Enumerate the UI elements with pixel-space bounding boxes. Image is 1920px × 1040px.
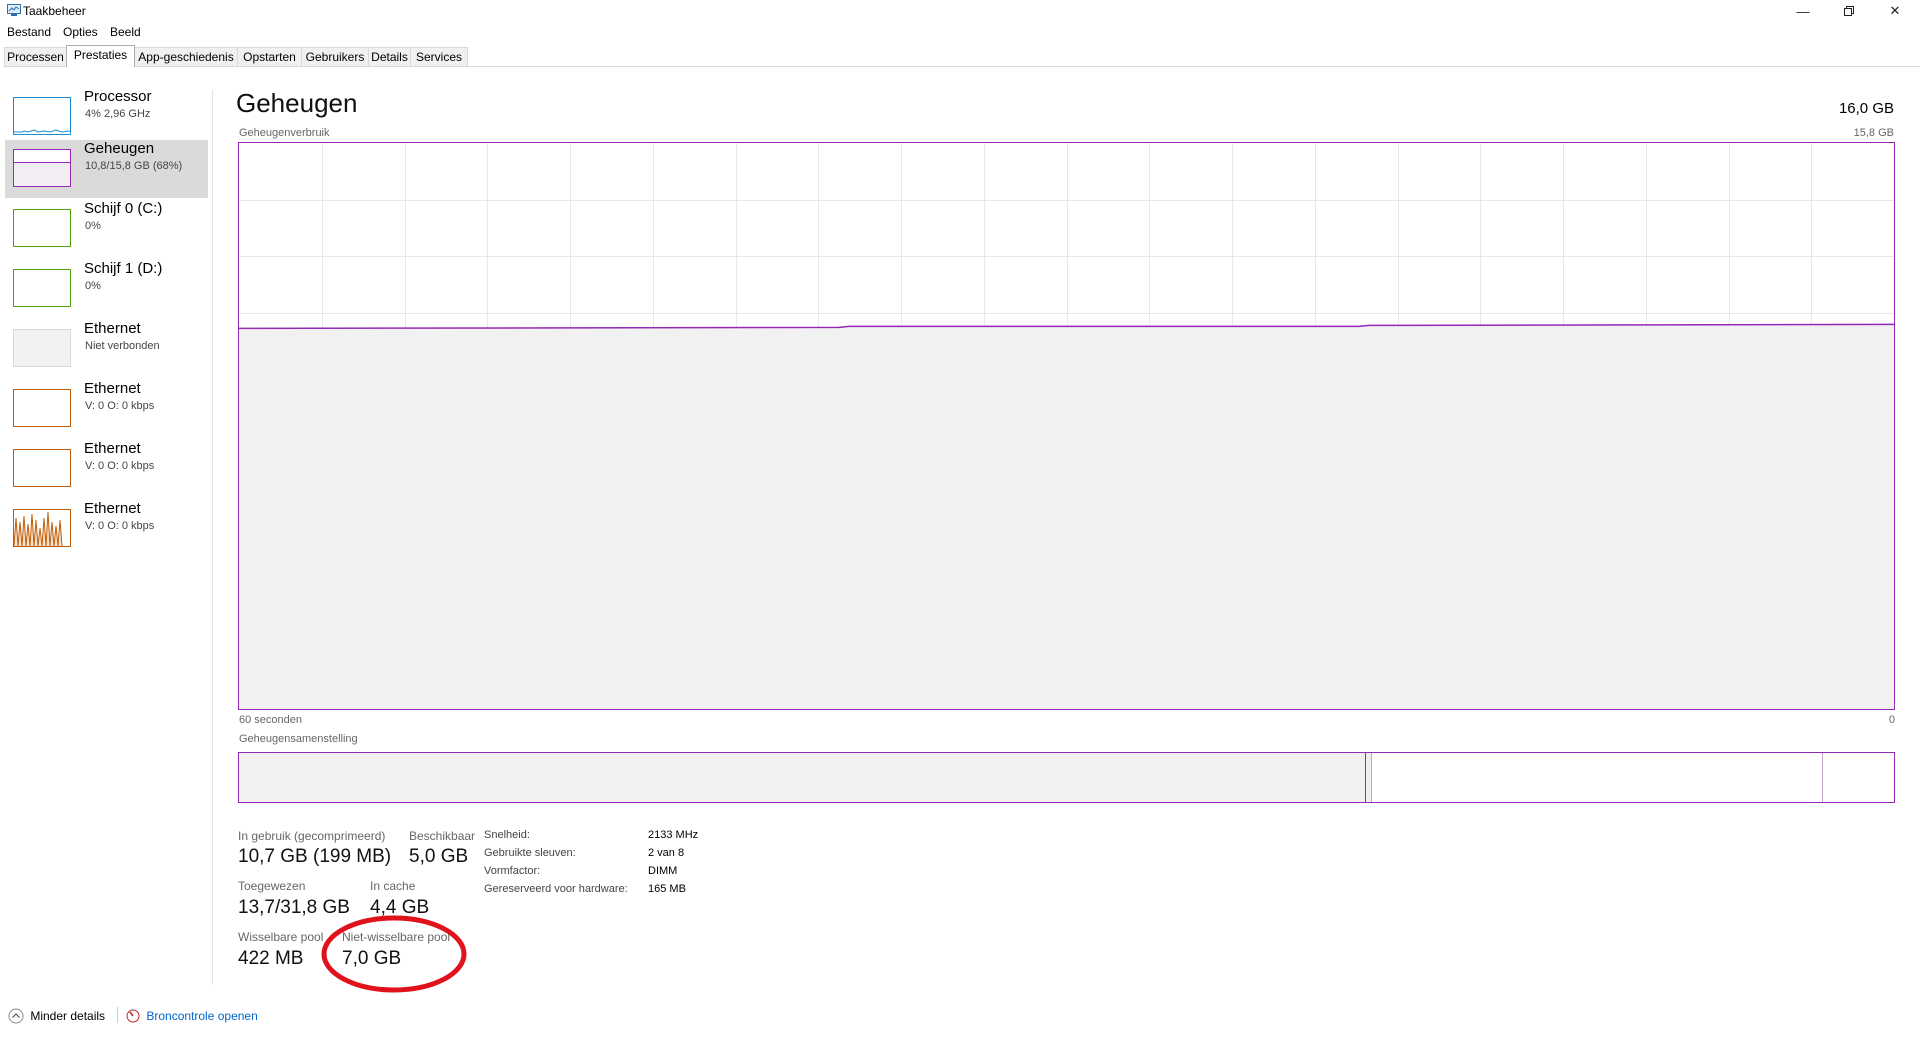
composition-label: Geheugensamenstelling <box>239 733 358 745</box>
graph-max-label: 15,8 GB <box>1853 127 1894 139</box>
paged-pool-label: Wisselbare pool <box>238 930 324 944</box>
spec-label: Gereserveerd voor hardware: <box>484 883 628 895</box>
minimize-icon: — <box>1796 3 1810 19</box>
close-button[interactable]: ✕ <box>1872 0 1918 22</box>
sidebar-item-disk-0[interactable]: Schijf 0 (C:) 0% <box>5 200 208 258</box>
ethernet-1-thumbnail <box>13 329 71 367</box>
sidebar-item-label: Schijf 1 (D:) <box>84 260 163 277</box>
sidebar-item-sub: 0% <box>85 280 101 292</box>
sidebar-item-ethernet-2[interactable]: Ethernet V: 0 O: 0 kbps <box>5 380 208 438</box>
sidebar-item-label: Ethernet <box>84 380 141 397</box>
composition-standby-divider <box>1822 753 1823 802</box>
committed-label: Toegewezen <box>238 879 306 893</box>
tab-services[interactable]: Services <box>410 47 468 66</box>
resource-monitor-icon <box>126 1009 140 1023</box>
memory-composition-bar <box>238 752 1895 803</box>
in-use-label: In gebruik (gecomprimeerd) <box>238 829 386 843</box>
sidebar-item-sub: V: 0 O: 0 kbps <box>85 520 155 532</box>
sidebar-item-sub: V: 0 O: 0 kbps <box>85 400 155 412</box>
tab-prestaties[interactable]: Prestaties <box>66 45 135 67</box>
panel-divider <box>212 90 213 985</box>
tab-details[interactable]: Details <box>368 47 411 66</box>
tab-gebruikers[interactable]: Gebruikers <box>301 47 369 66</box>
ethernet-3-thumbnail <box>13 449 71 487</box>
spec-label: Gebruikte sleuven: <box>484 847 576 859</box>
sidebar-item-disk-1[interactable]: Schijf 1 (D:) 0% <box>5 260 208 318</box>
spec-label: Vormfactor: <box>484 865 541 877</box>
tab-divider <box>3 66 1920 67</box>
available-label: Beschikbaar <box>409 829 476 843</box>
menu-bestand[interactable]: Bestand <box>7 25 51 39</box>
close-icon: ✕ <box>1889 3 1901 18</box>
title-bar: Taakbeheer — ✕ <box>0 0 1920 22</box>
sidebar-item-sub: V: 0 O: 0 kbps <box>85 460 155 472</box>
composition-modified <box>1366 753 1372 802</box>
tab-opstarten[interactable]: Opstarten <box>237 47 302 66</box>
time-end-label: 0 <box>1888 714 1895 726</box>
resource-monitor-label: Broncontrole openen <box>146 1008 258 1023</box>
processor-thumbnail <box>13 97 71 135</box>
memory-usage-graph <box>238 142 1895 710</box>
annotation-circle <box>321 915 467 993</box>
disk-0-thumbnail <box>13 209 71 247</box>
sidebar-item-ethernet-1[interactable]: Ethernet Niet verbonden <box>5 320 208 378</box>
disk-1-thumbnail <box>13 269 71 307</box>
memory-graph-svg <box>239 143 1894 709</box>
sidebar-item-sub: 10,8/15,8 GB (68%) <box>85 160 183 172</box>
sidebar-item-label: Ethernet <box>84 320 141 337</box>
sidebar-item-ethernet-4[interactable]: Ethernet V: 0 O: 0 kbps <box>5 500 208 558</box>
footer-divider <box>117 1007 118 1023</box>
paged-pool-value: 422 MB <box>238 948 304 969</box>
in-use-value: 10,7 GB (199 MB) <box>238 846 392 867</box>
task-manager-icon <box>7 4 21 16</box>
less-details-label: Minder details <box>30 1009 106 1023</box>
total-memory: 16,0 GB <box>1838 100 1894 117</box>
sidebar-item-sub: 4% 2,96 GHz <box>85 108 151 120</box>
spec-value: DIMM <box>648 865 678 877</box>
spec-value: 165 MB <box>648 883 686 895</box>
spec-value: 2 van 8 <box>648 847 685 859</box>
sidebar-item-label: Processor <box>84 88 152 105</box>
time-label: 60 seconden <box>239 714 302 726</box>
tab-processen[interactable]: Processen <box>4 47 67 66</box>
minimize-button[interactable]: — <box>1780 0 1826 22</box>
sidebar-item-ethernet-3[interactable]: Ethernet V: 0 O: 0 kbps <box>5 440 208 498</box>
cached-label: In cache <box>370 879 416 893</box>
sidebar-item-label: Ethernet <box>84 500 141 517</box>
resource-monitor-link[interactable]: Broncontrole openen <box>126 1008 258 1023</box>
sidebar-item-sub: 0% <box>85 220 101 232</box>
spec-value: 2133 MHz <box>648 829 699 841</box>
spec-label: Snelheid: <box>484 829 530 841</box>
restore-button[interactable] <box>1826 0 1872 22</box>
menu-opties[interactable]: Opties <box>63 25 98 39</box>
ethernet-2-thumbnail <box>13 389 71 427</box>
memory-thumbnail <box>13 149 71 187</box>
chevron-up-icon <box>8 1008 24 1024</box>
sidebar-item-sub: Niet verbonden <box>85 340 160 352</box>
menu-beeld[interactable]: Beeld <box>110 25 141 39</box>
page-title: Geheugen <box>236 88 358 118</box>
sidebar-item-label: Ethernet <box>84 440 141 457</box>
available-value: 5,0 GB <box>409 846 469 867</box>
sidebar-item-label: Schijf 0 (C:) <box>84 200 163 217</box>
restore-icon <box>1844 6 1854 16</box>
composition-in-use <box>239 753 1366 802</box>
usage-area <box>239 324 1894 709</box>
sidebar-item-label: Geheugen <box>84 140 155 157</box>
graph-label: Geheugenverbruik <box>239 127 330 139</box>
window-title: Taakbeheer <box>23 4 86 18</box>
tab-app-geschiedenis[interactable]: App-geschiedenis <box>134 47 238 66</box>
less-details-button[interactable]: Minder details <box>8 1008 105 1024</box>
ethernet-4-thumbnail <box>13 509 71 547</box>
sidebar-item-memory[interactable]: Geheugen 10,8/15,8 GB (68%) <box>5 140 208 198</box>
sidebar-item-processor[interactable]: Processor 4% 2,96 GHz <box>5 88 208 146</box>
